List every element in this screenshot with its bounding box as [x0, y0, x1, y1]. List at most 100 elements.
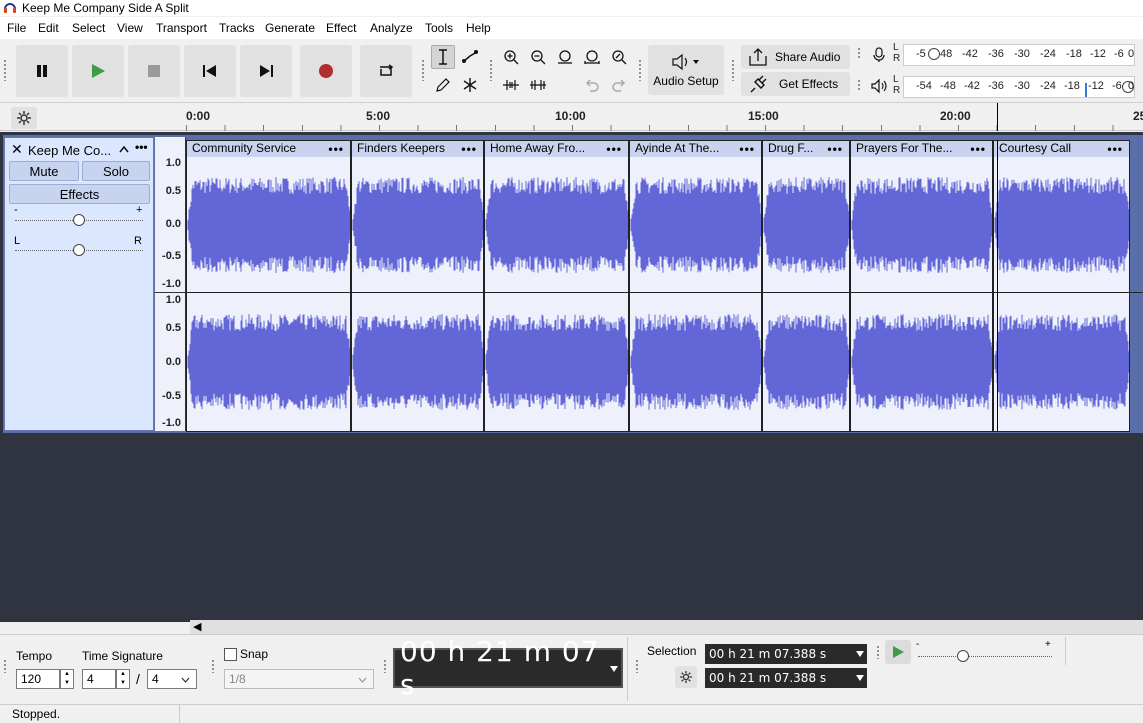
- time-sig-spinner[interactable]: ▲ ▼: [116, 669, 130, 689]
- skip-to-end-button[interactable]: [240, 45, 292, 97]
- menu-edit[interactable]: Edit: [38, 21, 59, 35]
- menu-help[interactable]: Help: [466, 21, 491, 35]
- play-button[interactable]: [72, 45, 124, 97]
- effects-button[interactable]: Effects: [9, 184, 150, 204]
- audio-clip[interactable]: Finders Keepers •••: [351, 140, 484, 432]
- clip-header[interactable]: Home Away Fro... •••: [485, 141, 628, 157]
- timeline-options-button[interactable]: [11, 107, 37, 129]
- selection-tool-button[interactable]: [431, 45, 455, 69]
- snap-checkbox[interactable]: [224, 648, 237, 661]
- audio-clip[interactable]: Courtesy Call •••: [993, 140, 1130, 432]
- clip-header[interactable]: Prayers For The... •••: [851, 141, 992, 157]
- time-display[interactable]: 00 h 21 m 07 s: [393, 635, 623, 701]
- clip-menu-icon[interactable]: •••: [1107, 142, 1123, 156]
- speaker-icon[interactable]: [870, 78, 888, 94]
- audio-clip[interactable]: Home Away Fro... •••: [484, 140, 629, 432]
- audio-clip[interactable]: Drug F... •••: [762, 140, 850, 432]
- audio-clip[interactable]: Ayinde At The... •••: [629, 140, 762, 432]
- clip-header[interactable]: Drug F... •••: [763, 141, 849, 157]
- trim-audio-button[interactable]: [499, 73, 523, 97]
- selection-grip[interactable]: [635, 659, 639, 673]
- draw-tool-button[interactable]: [431, 73, 455, 97]
- speed-slider[interactable]: [957, 650, 969, 662]
- time-grip[interactable]: [383, 659, 387, 673]
- menu-analyze[interactable]: Analyze: [370, 21, 413, 35]
- clip-header[interactable]: Finders Keepers •••: [352, 141, 483, 157]
- clip-header[interactable]: Ayinde At The... •••: [630, 141, 761, 157]
- selection-options-button[interactable]: [675, 666, 697, 688]
- gain-slider[interactable]: [73, 214, 85, 226]
- envelope-tool-button[interactable]: [458, 45, 482, 69]
- zoom-in-button[interactable]: [499, 45, 523, 69]
- playback-meter[interactable]: -54 -48 -42 -36 -30 -24 -18 -12 -6 0: [903, 76, 1135, 98]
- clip-menu-icon[interactable]: •••: [606, 142, 622, 156]
- menu-tracks[interactable]: Tracks: [219, 21, 255, 35]
- loop-button[interactable]: [360, 45, 412, 97]
- menu-effect[interactable]: Effect: [326, 21, 356, 35]
- microphone-icon[interactable]: [871, 47, 887, 63]
- clip-menu-icon[interactable]: •••: [827, 142, 843, 156]
- tempo-input[interactable]: 120: [16, 669, 60, 689]
- pause-button[interactable]: [16, 45, 68, 97]
- menu-file[interactable]: File: [7, 21, 26, 35]
- selection-end-field[interactable]: 00 h 21 m 07.388 s: [705, 668, 867, 688]
- zoom-out-button[interactable]: [526, 45, 550, 69]
- multi-tool-button[interactable]: [458, 73, 482, 97]
- redo-button[interactable]: [607, 73, 631, 97]
- silence-audio-button[interactable]: [526, 73, 550, 97]
- time-sig-denominator-select[interactable]: 4: [147, 669, 197, 689]
- record-meter[interactable]: -5 48 -42 -36 -30 -24 -18 -12 -6 0: [903, 44, 1135, 66]
- menu-select[interactable]: Select: [72, 21, 105, 35]
- edit-grip[interactable]: [489, 59, 493, 81]
- playhead-marker[interactable]: [997, 103, 998, 131]
- close-track-icon[interactable]: ✕: [11, 141, 23, 158]
- clip-menu-icon[interactable]: •••: [461, 142, 477, 156]
- stop-button[interactable]: [128, 45, 180, 97]
- track-control-panel[interactable]: ✕ Keep Me Co... ••• Mute Solo Effects - …: [4, 137, 154, 431]
- clip-menu-icon[interactable]: •••: [739, 142, 755, 156]
- fit-project-button[interactable]: [580, 45, 604, 69]
- clip-header[interactable]: Courtesy Call •••: [994, 141, 1129, 157]
- time-sig-numerator-input[interactable]: 4: [82, 669, 116, 689]
- solo-button[interactable]: Solo: [82, 161, 150, 181]
- share-audio-button[interactable]: Share Audio: [741, 45, 850, 69]
- toolbar-grip[interactable]: [3, 59, 7, 81]
- play-at-speed-grip[interactable]: [876, 645, 880, 659]
- timeline-ruler[interactable]: 0:00 5:00 10:00 15:00 20:00 25: [0, 103, 1143, 131]
- amplitude-ruler[interactable]: 1.0 0.5 0.0 -0.5 -1.0 1.0 0.5 0.0 -0.5 -…: [155, 137, 186, 431]
- collapse-track-icon[interactable]: [119, 145, 129, 153]
- clip-header[interactable]: Community Service •••: [187, 141, 350, 157]
- tempo-spinner[interactable]: ▲ ▼: [60, 669, 74, 689]
- audio-setup-button[interactable]: Audio Setup: [648, 45, 724, 95]
- snap-grip[interactable]: [211, 659, 215, 673]
- record-meter-grip[interactable]: [857, 47, 861, 59]
- zoom-toggle-button[interactable]: [607, 45, 631, 69]
- scroll-left-icon[interactable]: ◀: [193, 620, 201, 633]
- snap-select[interactable]: 1/8: [224, 669, 374, 689]
- audio-clip[interactable]: Community Service •••: [186, 140, 351, 432]
- menu-tools[interactable]: Tools: [425, 21, 453, 35]
- clip-menu-icon[interactable]: •••: [970, 142, 986, 156]
- play-at-speed-button[interactable]: [885, 640, 911, 664]
- mute-button[interactable]: Mute: [9, 161, 79, 181]
- clip-menu-icon[interactable]: •••: [328, 142, 344, 156]
- play-meter-grip[interactable]: [857, 79, 861, 91]
- fit-selection-button[interactable]: [553, 45, 577, 69]
- undo-button[interactable]: [580, 73, 604, 97]
- share-grip[interactable]: [731, 59, 735, 81]
- audio-clip[interactable]: Prayers For The... •••: [850, 140, 993, 432]
- menu-view[interactable]: View: [117, 21, 143, 35]
- skip-to-start-button[interactable]: [184, 45, 236, 97]
- tools-grip[interactable]: [421, 59, 425, 81]
- menu-generate[interactable]: Generate: [265, 21, 315, 35]
- selection-start-field[interactable]: 00 h 21 m 07.388 s: [705, 644, 867, 664]
- pan-slider[interactable]: [73, 244, 85, 256]
- record-button[interactable]: [300, 45, 352, 97]
- menu-transport[interactable]: Transport: [156, 21, 207, 35]
- horizontal-scrollbar[interactable]: ◀: [190, 620, 1143, 634]
- record-level-slider[interactable]: [928, 48, 940, 60]
- track-name[interactable]: Keep Me Co...: [28, 143, 111, 158]
- time-sig-grip[interactable]: [3, 659, 7, 673]
- audio-setup-grip[interactable]: [638, 59, 642, 81]
- get-effects-button[interactable]: Get Effects: [741, 72, 850, 96]
